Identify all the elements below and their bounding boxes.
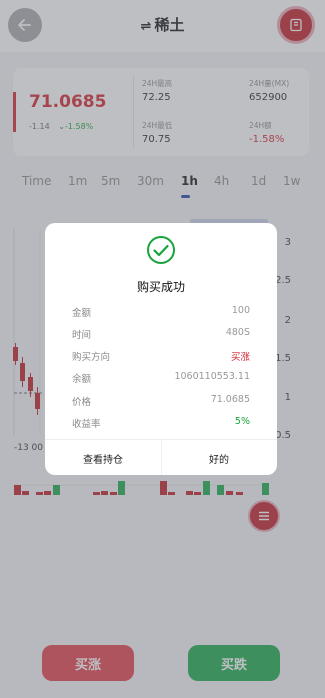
dialog-title: 购买成功 (136, 280, 185, 294)
detail-label: 余额 (72, 374, 92, 385)
detail-row-amount: 金额 100 (72, 305, 250, 319)
check-circle-icon (147, 236, 175, 264)
detail-value: 100 (231, 305, 250, 316)
detail-label: 金额 (72, 308, 92, 319)
detail-row-balance: 余额 1060110553.11 (72, 371, 250, 385)
ok-button[interactable]: 好的 (161, 451, 277, 466)
detail-label: 收益率 (72, 419, 101, 430)
detail-value: 5% (234, 416, 250, 427)
detail-value: 71.0685 (210, 394, 250, 405)
detail-row-time: 时间 480S (72, 327, 250, 341)
detail-value: 480S (225, 327, 250, 338)
detail-value: 买涨 (230, 352, 250, 363)
purchase-success-dialog: 购买成功 金额 100 时间 480S 购买方向 买涨 余额 106011055… (45, 223, 277, 475)
detail-row-price: 价格 71.0685 (72, 394, 250, 408)
detail-value: 1060110553.11 (174, 371, 250, 382)
detail-label: 时间 (72, 330, 92, 341)
detail-label: 购买方向 (72, 352, 111, 363)
detail-row-direction: 购买方向 买涨 (72, 349, 250, 363)
detail-label: 价格 (72, 397, 92, 408)
view-positions-button[interactable]: 查看持仓 (45, 451, 161, 466)
detail-row-yield: 收益率 5% (72, 416, 250, 430)
